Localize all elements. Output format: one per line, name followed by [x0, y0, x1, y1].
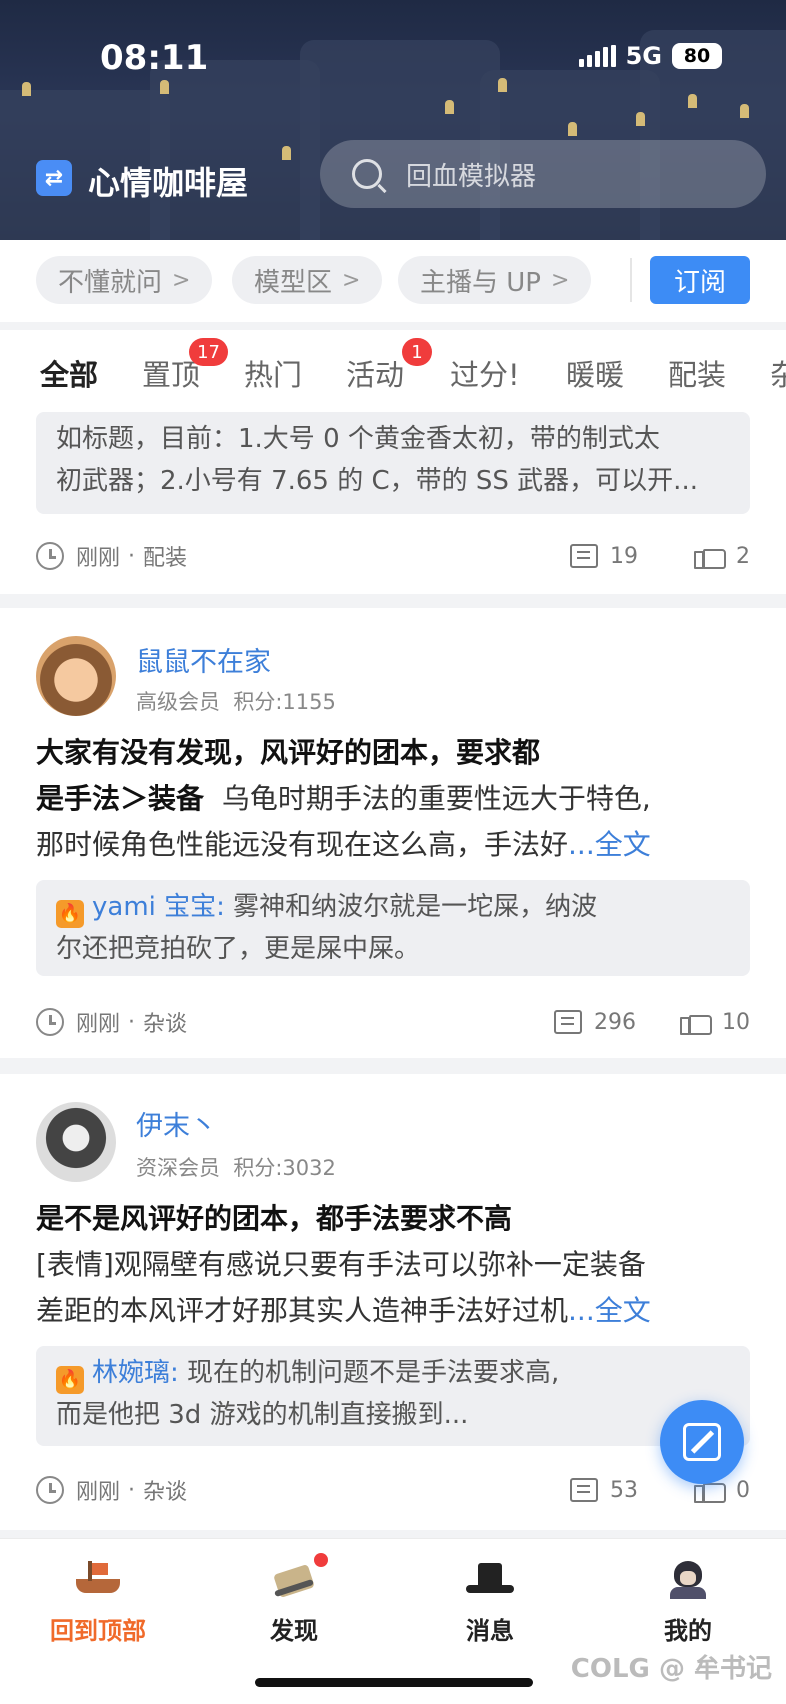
chip-label: 模型区 [254, 267, 333, 298]
post-card[interactable]: 鼠鼠不在家 高级会员 积分:1155 大家有没有发现，风评好的团本，要求都 是手… [0, 608, 786, 1058]
avatar[interactable] [36, 1102, 116, 1182]
scroll-icon [266, 1553, 328, 1601]
battery-icon: 80 [672, 43, 722, 69]
comment-count[interactable]: 19 [570, 544, 638, 569]
post-board: 杂谈 [143, 1012, 188, 1037]
category-chip[interactable]: 主播与 UP > [398, 256, 592, 304]
category-strip: 不懂就问 > 模型区 > 主播与 UP > 订阅 [0, 240, 786, 322]
tab-events[interactable]: 活动 1 [346, 338, 433, 394]
post-meta: 刚刚 · 杂谈 53 0 [36, 1470, 750, 1510]
separator: · [128, 1009, 136, 1035]
tab-builds[interactable]: 配装 [668, 352, 726, 394]
post-board: 杂谈 [143, 1480, 188, 1505]
post-card[interactable]: 如标题，目前：1.大号 0 个黄金香太初，带的制式太 初武器；2.小号有 7.6… [0, 412, 786, 594]
post-board: 配装 [143, 546, 188, 571]
status-icons: 5G 80 [578, 42, 722, 70]
fire-icon: 🔥 [56, 1366, 84, 1394]
user-level: 高级会员 积分:1155 [136, 690, 336, 714]
comment-count[interactable]: 53 [570, 1478, 638, 1503]
comment-icon [570, 1478, 598, 1502]
nav-label: 发现 [270, 1617, 318, 1645]
notification-dot [314, 1553, 328, 1567]
chip-label: 主播与 UP [420, 267, 541, 298]
tab-bar: 全部 置顶 17 热门 活动 1 过分! 暖暖 配装 杂 [0, 330, 786, 412]
compose-button[interactable] [660, 1400, 744, 1484]
tab-misc[interactable]: 杂 [770, 352, 786, 394]
post-excerpt: 如标题，目前：1.大号 0 个黄金香太初，带的制式太 初武器；2.小号有 7.6… [36, 412, 750, 514]
post-time: 刚刚 [76, 546, 121, 571]
separator: · [128, 1477, 136, 1503]
status-time: 08:11 [100, 38, 209, 78]
like-button[interactable]: 2 [694, 543, 750, 569]
reply-author[interactable]: 林婉璃: [92, 1358, 179, 1388]
tab-warm[interactable]: 暖暖 [566, 352, 624, 394]
comment-icon [570, 544, 598, 568]
chevron-right-icon: > [172, 267, 191, 293]
reply-author[interactable]: yami 宝宝: [92, 892, 225, 922]
clock-icon [36, 542, 64, 570]
badge-count: 1 [402, 338, 433, 366]
watermark: COLG @ 牟书记 [570, 1654, 772, 1684]
top-reply[interactable]: 🔥 林婉璃: 现在的机制问题不是手法要求高, 而是他把 3d 游戏的机制直接搬到.… [36, 1346, 750, 1446]
post-title: 大家有没有发现，风评好的团本，要求都 [36, 736, 541, 769]
edit-icon [683, 1423, 721, 1461]
user-level: 资深会员 积分:3032 [136, 1156, 336, 1180]
category-chip[interactable]: 模型区 > [232, 256, 383, 304]
divider [630, 258, 632, 302]
nav-back-to-top[interactable]: 回到顶部 [28, 1557, 168, 1646]
character-icon [660, 1557, 716, 1601]
search-icon [352, 159, 382, 189]
badge-count: 17 [189, 338, 229, 366]
post-time: 刚刚 [76, 1012, 121, 1037]
tab-hot[interactable]: 热门 [244, 352, 302, 394]
nav-profile[interactable]: 我的 [618, 1557, 758, 1646]
nav-messages[interactable]: 消息 [420, 1557, 560, 1646]
board-title: 心情咖啡屋 [88, 164, 249, 202]
separator: · [128, 543, 136, 569]
username[interactable]: 伊末丶 [136, 1104, 217, 1143]
chevron-right-icon: > [342, 267, 361, 293]
like-button[interactable]: 10 [680, 1009, 750, 1035]
clock-icon [36, 1476, 64, 1504]
comment-count[interactable]: 296 [554, 1010, 636, 1035]
post-content[interactable]: 是不是风评好的团本，都手法要求不高 [表情]观隔壁有感说只要有手法可以弥补一定装… [36, 1196, 750, 1334]
chip-label: 不懂就问 [58, 267, 163, 298]
read-more-link[interactable]: ...全文 [568, 1294, 651, 1327]
tab-all[interactable]: 全部 [40, 352, 98, 394]
subscribe-button[interactable]: 订阅 [650, 256, 750, 304]
header: 08:11 5G 80 ⇄ 心情咖啡屋 回血模拟器 [0, 0, 786, 240]
app-logo-icon[interactable]: ⇄ [36, 160, 72, 196]
chevron-right-icon: > [550, 267, 570, 293]
network-type: 5G [625, 42, 662, 70]
post-meta: 刚刚 · 杂谈 296 10 [36, 1002, 750, 1042]
post-time: 刚刚 [76, 1480, 121, 1505]
post-meta: 刚刚 · 配装 19 2 [36, 536, 750, 576]
fire-icon: 🔥 [56, 900, 84, 928]
nav-label: 回到顶部 [50, 1617, 146, 1645]
post-title: 是不是风评好的团本，都手法要求不高 [36, 1202, 513, 1235]
top-hat-icon [462, 1557, 518, 1601]
nav-discover[interactable]: 发现 [224, 1553, 364, 1646]
read-more-link[interactable]: ...全文 [568, 828, 651, 861]
tab-pinned[interactable]: 置顶 17 [142, 338, 229, 394]
clock-icon [36, 1008, 64, 1036]
username[interactable]: 鼠鼠不在家 [136, 640, 271, 679]
search-input[interactable]: 回血模拟器 [320, 140, 766, 208]
tab-overboard[interactable]: 过分! [450, 352, 520, 394]
category-chip[interactable]: 不懂就问 > [36, 256, 213, 304]
thumbs-up-icon [680, 1009, 712, 1035]
avatar[interactable] [36, 636, 116, 716]
comment-icon [554, 1010, 582, 1034]
search-placeholder: 回血模拟器 [406, 161, 537, 192]
thumbs-up-icon [694, 543, 726, 569]
nav-label: 我的 [664, 1617, 712, 1645]
nav-label: 消息 [466, 1617, 514, 1645]
signal-icon [578, 45, 616, 67]
home-indicator[interactable] [255, 1678, 533, 1687]
post-content[interactable]: 大家有没有发现，风评好的团本，要求都 是手法＞装备 乌龟时期手法的重要性远大于特… [36, 730, 750, 868]
top-reply[interactable]: 🔥 yami 宝宝: 雾神和纳波尔就是一坨屎，纳波 尔还把竞拍砍了，更是屎中屎。 [36, 880, 750, 976]
ship-icon [70, 1557, 126, 1601]
